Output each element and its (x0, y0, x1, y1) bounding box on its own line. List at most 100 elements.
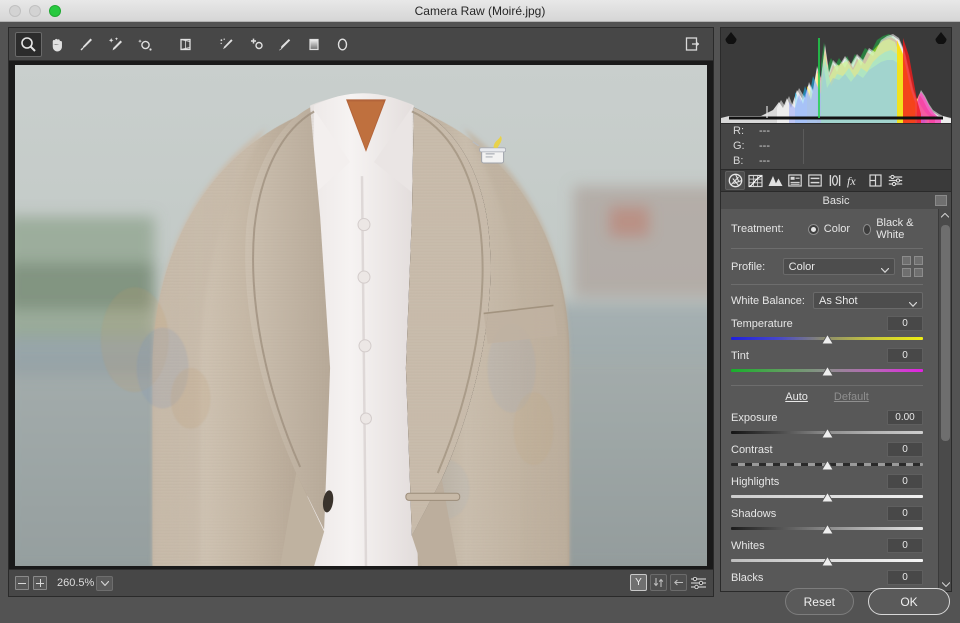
color-radio[interactable] (808, 224, 819, 235)
radial-filter-tool[interactable] (329, 32, 356, 57)
tint-track[interactable] (731, 365, 923, 377)
default-link[interactable]: Default (834, 391, 869, 403)
slider-temperature[interactable]: Temperature 0 (731, 315, 923, 345)
tab-tone-curve[interactable] (745, 171, 765, 190)
divider-after-wb (731, 385, 923, 386)
tab-color-grading[interactable] (805, 171, 825, 190)
tab-calibration[interactable] (865, 171, 885, 190)
treatment-option-color[interactable]: Color (808, 223, 850, 235)
zoom-out-button[interactable] (15, 576, 29, 590)
slider-exposure[interactable]: Exposure 0.00 (731, 409, 923, 439)
svg-text:fx: fx (847, 174, 856, 188)
slider-tint[interactable]: Tint 0 (731, 347, 923, 377)
tab-optics[interactable] (825, 171, 845, 190)
copy-current-to-before-button[interactable] (670, 574, 687, 591)
shadows-knob[interactable] (821, 524, 834, 535)
graduated-filter-tool[interactable] (300, 32, 327, 57)
whites-track[interactable] (731, 555, 923, 567)
histogram-panel: R: G: B: --- --- --- (720, 27, 952, 170)
whites-knob[interactable] (821, 556, 834, 567)
slider-shadows[interactable]: Shadows 0 (731, 505, 923, 535)
contrast-value[interactable]: 0 (887, 442, 923, 457)
open-preferences-icon[interactable] (681, 32, 705, 56)
spot-removal-tool[interactable] (213, 32, 240, 57)
zoom-level-dropdown[interactable] (96, 576, 113, 591)
close-button[interactable] (9, 5, 21, 17)
tab-presets[interactable] (885, 171, 905, 190)
targeted-adjustment-tool[interactable] (131, 32, 158, 57)
toggle-sampler-button[interactable]: Y (630, 574, 647, 591)
reset-button[interactable]: Reset (785, 588, 854, 615)
profile-select[interactable]: Color (783, 258, 895, 275)
panel-scrollbar[interactable] (938, 209, 951, 591)
exposure-knob[interactable] (821, 428, 834, 439)
blacks-value[interactable]: 0 (887, 570, 923, 585)
minimize-button[interactable] (29, 5, 41, 17)
whites-value[interactable]: 0 (887, 538, 923, 553)
editor-toolbar (9, 28, 713, 61)
adjustment-brush-tool[interactable] (271, 32, 298, 57)
profile-row: Profile: Color (731, 256, 923, 277)
highlight-clipping-warning-icon[interactable] (934, 30, 948, 44)
auto-default-row: Auto Default (731, 391, 923, 403)
white-balance-select[interactable]: As Shot (813, 292, 923, 309)
black-and-white-label: Black & White (876, 217, 923, 241)
contrast-knob[interactable] (821, 460, 834, 471)
title-bar: Camera Raw (Moiré.jpg) (0, 0, 960, 22)
photo-canvas[interactable] (15, 65, 707, 566)
tab-color-mixer[interactable] (785, 171, 805, 190)
slider-highlights[interactable]: Highlights 0 (731, 473, 923, 503)
exposure-value[interactable]: 0.00 (887, 410, 923, 425)
preview-preferences-button[interactable] (690, 574, 707, 591)
auto-link[interactable]: Auto (785, 391, 808, 403)
g-value: --- (759, 139, 770, 154)
shadows-value[interactable]: 0 (887, 506, 923, 521)
crop-tool[interactable] (172, 32, 199, 57)
temperature-knob[interactable] (821, 334, 834, 345)
window-body: 260.5% Y (0, 22, 960, 623)
temperature-track[interactable] (731, 333, 923, 345)
tab-basic[interactable] (725, 171, 745, 190)
panel-collapse-icon[interactable] (935, 195, 947, 206)
color-sampler-tool[interactable] (102, 32, 129, 57)
highlights-knob[interactable] (821, 492, 834, 503)
zoom-in-button[interactable] (33, 576, 47, 590)
image-preview-area[interactable] (9, 61, 713, 570)
histogram-graph[interactable] (721, 28, 951, 123)
slider-contrast[interactable]: Contrast 0 (731, 441, 923, 471)
zoom-tool[interactable] (15, 32, 42, 57)
black-and-white-radio[interactable] (863, 224, 871, 235)
panel-scrollbar-thumb[interactable] (941, 225, 950, 441)
slider-whites[interactable]: Whites 0 (731, 537, 923, 567)
exposure-track[interactable] (731, 427, 923, 439)
white-balance-tool[interactable] (73, 32, 100, 57)
r-label: R: (733, 124, 749, 139)
traffic-lights (9, 5, 61, 17)
r-value: --- (759, 124, 770, 139)
rgb-readout-values: --- --- --- (759, 124, 770, 169)
shadows-track[interactable] (731, 523, 923, 535)
basic-panel: Treatment: Color Black & White P (720, 209, 952, 592)
scroll-up-arrow-icon[interactable] (939, 209, 951, 222)
contrast-track[interactable] (731, 459, 923, 471)
highlights-value[interactable]: 0 (887, 474, 923, 489)
color-label: Color (824, 223, 850, 235)
shadow-clipping-warning-icon[interactable] (724, 30, 738, 44)
zoom-level-value: 260.5% (57, 577, 94, 589)
red-eye-tool[interactable] (242, 32, 269, 57)
treatment-label: Treatment: (731, 223, 784, 235)
tint-knob[interactable] (821, 366, 834, 377)
highlights-track[interactable] (731, 491, 923, 503)
hand-tool[interactable] (44, 32, 71, 57)
tab-detail[interactable] (765, 171, 785, 190)
maximize-button[interactable] (49, 5, 61, 17)
profile-browser-icon[interactable] (902, 256, 923, 277)
treatment-option-bw[interactable]: Black & White (863, 217, 923, 241)
basic-panel-content: Treatment: Color Black & White P (721, 209, 935, 592)
tint-value[interactable]: 0 (887, 348, 923, 363)
chevron-down-icon (881, 264, 889, 276)
temperature-value[interactable]: 0 (887, 316, 923, 331)
ok-button[interactable]: OK (868, 588, 950, 615)
swap-before-after-button[interactable] (650, 574, 667, 591)
tab-effects[interactable]: fx (845, 171, 865, 190)
